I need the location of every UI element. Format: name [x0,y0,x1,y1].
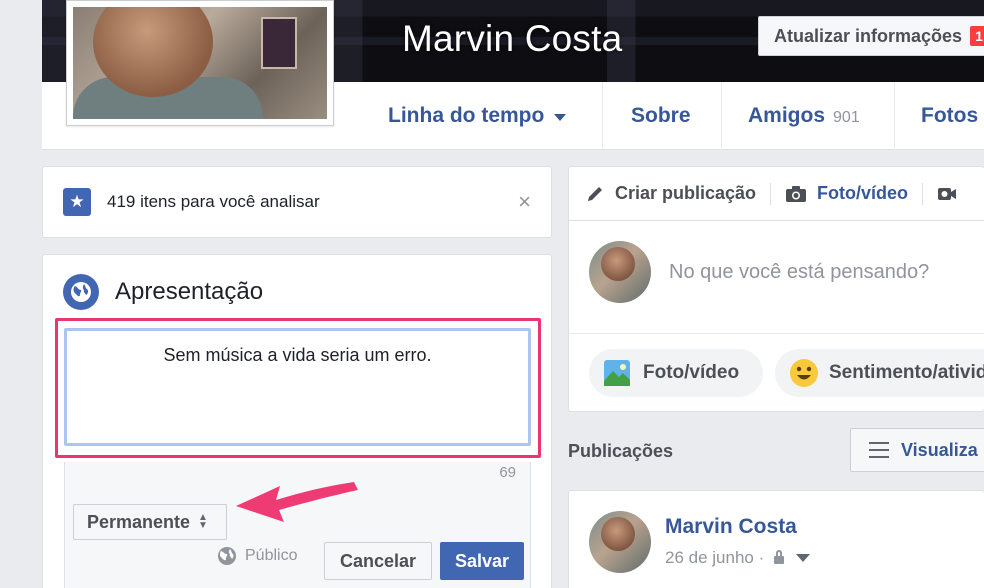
audience-label: Público [217,546,297,566]
globe-small-icon [218,547,236,565]
avatar-face [601,517,635,551]
composer-input[interactable]: No que você está pensando? [669,261,929,284]
view-button-label: Visualiza [901,439,978,460]
photo-poster [261,17,297,69]
post-author[interactable]: Marvin Costa [665,515,797,539]
composer-tabs: Criar publicação Foto/vídeo [569,167,984,221]
duration-value: Permanente [87,511,191,532]
friends-count: 901 [833,108,860,126]
chevron-down-icon[interactable] [796,554,811,562]
intro-title: Apresentação [115,278,264,305]
cancel-button[interactable]: Cancelar [324,542,432,580]
feeling-activity-pill[interactable]: Sentimento/ativid [775,349,984,397]
update-info-label: Atualizar informações [774,25,963,46]
nav-divider [721,82,722,150]
tab-divider [922,182,924,205]
update-info-button[interactable]: Atualizar informações 1 [758,16,984,56]
close-icon[interactable]: × [518,189,531,215]
updown-icon: ▲ ▼ [198,512,208,531]
posts-section-title: Publicações [568,441,674,461]
photo-video-tab-label: Foto/vídeo [817,183,909,203]
char-counter: 69 [499,464,516,481]
chevron-down-icon [554,113,567,121]
create-post-label: Criar publicação [615,183,757,203]
tab-timeline-label: Linha do tempo [388,104,545,127]
notification-badge: 1 [970,26,984,46]
photo-video-pill[interactable]: Foto/vídeo [589,349,763,397]
profile-photo [73,7,327,119]
bio-input[interactable] [64,328,531,446]
post-meta: 26 de junho · [665,548,811,568]
audience-text: Público [245,547,298,564]
tab-live-video[interactable] [937,186,957,202]
feeling-pill-label: Sentimento/ativid [829,362,984,383]
post-card: Marvin Costa 26 de junho · [568,490,984,588]
post-avatar[interactable] [589,511,651,573]
globe-icon [63,274,99,310]
camera-icon [786,185,807,202]
tab-photos[interactable]: Fotos [921,82,978,150]
photo-icon [604,360,630,386]
video-camera-icon [938,187,957,200]
tab-divider [770,182,772,205]
profile-picture[interactable] [66,0,334,126]
star-icon: ★ [63,188,91,216]
tab-photo-video[interactable]: Foto/vídeo [785,183,908,204]
pencil-icon [588,186,602,201]
view-as-button[interactable]: Visualiza [850,428,984,472]
list-icon [869,442,889,458]
lock-icon [774,550,785,564]
profile-name[interactable]: Marvin Costa [402,18,622,60]
review-items-card[interactable]: ★ 419 itens para você analisar × [42,166,552,238]
annotation-arrow-icon [236,482,358,522]
tab-timeline[interactable]: Linha do tempo [388,82,567,150]
post-composer: Criar publicação Foto/vídeo No que você … [568,166,984,412]
tab-about[interactable]: Sobre [631,82,691,150]
duration-select[interactable]: Permanente ▲ ▼ [73,504,227,540]
tab-friends[interactable]: Amigos 901 [748,82,860,150]
photo-video-pill-label: Foto/vídeo [643,362,740,383]
intro-header: Apresentação [63,274,263,310]
save-button[interactable]: Salvar [440,542,524,580]
nav-divider [602,82,603,150]
post-date[interactable]: 26 de junho · [665,548,764,568]
nav-divider [894,82,895,150]
smiley-icon [790,359,818,387]
composer-avatar [589,241,651,303]
avatar-face [601,247,635,281]
tab-create-post[interactable]: Criar publicação [585,183,756,204]
review-items-text: 419 itens para você analisar [107,192,320,211]
tab-friends-label: Amigos [748,104,826,127]
composer-divider [569,333,984,334]
